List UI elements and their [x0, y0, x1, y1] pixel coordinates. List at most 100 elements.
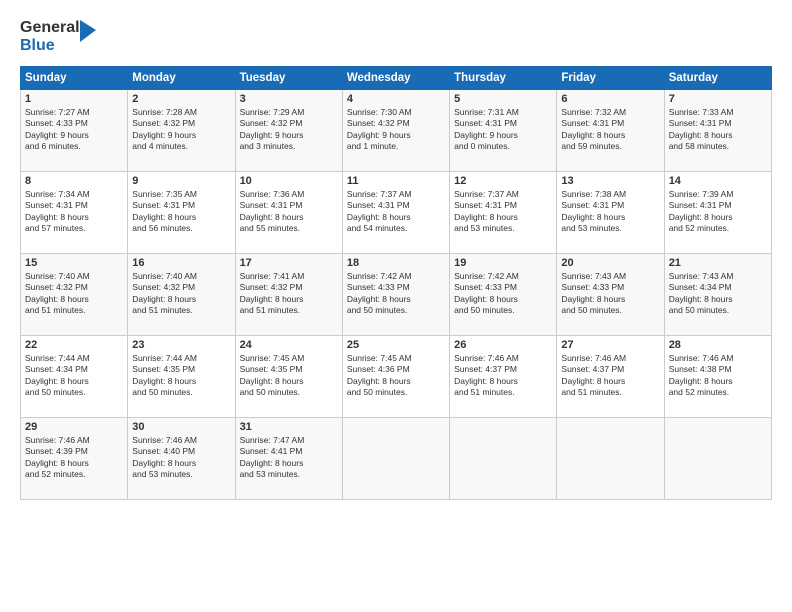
- week-row: 29 Sunrise: 7:46 AMSunset: 4:39 PMDayligh…: [21, 418, 772, 500]
- cell-info: Sunrise: 7:33 AMSunset: 4:31 PMDaylight:…: [669, 107, 767, 153]
- day-number: 3: [240, 93, 338, 105]
- cell-info: Sunrise: 7:46 AMSunset: 4:39 PMDaylight:…: [25, 435, 123, 481]
- calendar-cell: [450, 418, 557, 500]
- calendar-cell: 12 Sunrise: 7:37 AMSunset: 4:31 PMDayligh…: [450, 172, 557, 254]
- day-number: 31: [240, 421, 338, 433]
- day-number: 10: [240, 175, 338, 187]
- cell-info: Sunrise: 7:37 AMSunset: 4:31 PMDaylight:…: [454, 189, 552, 235]
- day-number: 18: [347, 257, 445, 269]
- calendar-cell: 2 Sunrise: 7:28 AMSunset: 4:32 PMDaylight…: [128, 90, 235, 172]
- calendar-cell: 6 Sunrise: 7:32 AMSunset: 4:31 PMDaylight…: [557, 90, 664, 172]
- calendar-cell: [664, 418, 771, 500]
- day-number: 5: [454, 93, 552, 105]
- cell-info: Sunrise: 7:47 AMSunset: 4:41 PMDaylight:…: [240, 435, 338, 481]
- cell-info: Sunrise: 7:27 AMSunset: 4:33 PMDaylight:…: [25, 107, 123, 153]
- logo: GeneralBlue: [20, 16, 100, 56]
- day-number: 21: [669, 257, 767, 269]
- cell-info: Sunrise: 7:28 AMSunset: 4:32 PMDaylight:…: [132, 107, 230, 153]
- day-number: 27: [561, 339, 659, 351]
- cell-info: Sunrise: 7:44 AMSunset: 4:35 PMDaylight:…: [132, 353, 230, 399]
- day-number: 29: [25, 421, 123, 433]
- calendar-cell: 22 Sunrise: 7:44 AMSunset: 4:34 PMDayligh…: [21, 336, 128, 418]
- day-number: 7: [669, 93, 767, 105]
- day-number: 8: [25, 175, 123, 187]
- calendar-cell: 13Sunrise: 7:38 AMSunset: 4:31 PMDayligh…: [557, 172, 664, 254]
- col-header-wednesday: Wednesday: [342, 67, 449, 90]
- col-header-tuesday: Tuesday: [235, 67, 342, 90]
- calendar-cell: 31 Sunrise: 7:47 AMSunset: 4:41 PMDayligh…: [235, 418, 342, 500]
- day-number: 23: [132, 339, 230, 351]
- calendar-cell: 5 Sunrise: 7:31 AMSunset: 4:31 PMDaylight…: [450, 90, 557, 172]
- calendar-cell: [342, 418, 449, 500]
- cell-info: Sunrise: 7:46 AMSunset: 4:38 PMDaylight:…: [669, 353, 767, 399]
- calendar-cell: 14 Sunrise: 7:39 AMSunset: 4:31 PMDayligh…: [664, 172, 771, 254]
- week-row: 22 Sunrise: 7:44 AMSunset: 4:34 PMDayligh…: [21, 336, 772, 418]
- week-row: 15Sunrise: 7:40 AMSunset: 4:32 PMDayligh…: [21, 254, 772, 336]
- calendar-cell: 27 Sunrise: 7:46 AMSunset: 4:37 PMDayligh…: [557, 336, 664, 418]
- day-number: 22: [25, 339, 123, 351]
- day-number: 17: [240, 257, 338, 269]
- cell-info: Sunrise: 7:35 AMSunset: 4:31 PMDaylight:…: [132, 189, 230, 235]
- page: GeneralBlue SundayMondayTuesdayWednesday…: [0, 0, 792, 612]
- calendar-cell: 23 Sunrise: 7:44 AMSunset: 4:35 PMDayligh…: [128, 336, 235, 418]
- calendar-cell: 16 Sunrise: 7:40 AMSunset: 4:32 PMDayligh…: [128, 254, 235, 336]
- cell-info: Sunrise: 7:31 AMSunset: 4:31 PMDaylight:…: [454, 107, 552, 153]
- week-row: 8 Sunrise: 7:34 AMSunset: 4:31 PMDaylight…: [21, 172, 772, 254]
- day-number: 6: [561, 93, 659, 105]
- cell-info: Sunrise: 7:46 AMSunset: 4:37 PMDaylight:…: [454, 353, 552, 399]
- calendar-cell: 26 Sunrise: 7:46 AMSunset: 4:37 PMDayligh…: [450, 336, 557, 418]
- day-number: 16: [132, 257, 230, 269]
- header: GeneralBlue: [20, 16, 772, 56]
- cell-info: Sunrise: 7:29 AMSunset: 4:32 PMDaylight:…: [240, 107, 338, 153]
- day-number: 14: [669, 175, 767, 187]
- day-number: 24: [240, 339, 338, 351]
- calendar-cell: 11 Sunrise: 7:37 AMSunset: 4:31 PMDayligh…: [342, 172, 449, 254]
- cell-info: Sunrise: 7:41 AMSunset: 4:32 PMDaylight:…: [240, 271, 338, 317]
- day-number: 1: [25, 93, 123, 105]
- cell-info: Sunrise: 7:37 AMSunset: 4:31 PMDaylight:…: [347, 189, 445, 235]
- col-header-thursday: Thursday: [450, 67, 557, 90]
- logo-svg: GeneralBlue: [20, 16, 100, 56]
- day-number: 4: [347, 93, 445, 105]
- calendar-cell: 9 Sunrise: 7:35 AMSunset: 4:31 PMDaylight…: [128, 172, 235, 254]
- day-number: 25: [347, 339, 445, 351]
- cell-info: Sunrise: 7:45 AMSunset: 4:36 PMDaylight:…: [347, 353, 445, 399]
- col-header-monday: Monday: [128, 67, 235, 90]
- calendar-cell: 10Sunrise: 7:36 AMSunset: 4:31 PMDayligh…: [235, 172, 342, 254]
- cell-info: Sunrise: 7:32 AMSunset: 4:31 PMDaylight:…: [561, 107, 659, 153]
- cell-info: Sunrise: 7:40 AMSunset: 4:32 PMDaylight:…: [132, 271, 230, 317]
- calendar-cell: 8 Sunrise: 7:34 AMSunset: 4:31 PMDaylight…: [21, 172, 128, 254]
- week-row: 1 Sunrise: 7:27 AMSunset: 4:33 PMDaylight…: [21, 90, 772, 172]
- calendar-cell: 28 Sunrise: 7:46 AMSunset: 4:38 PMDayligh…: [664, 336, 771, 418]
- svg-text:General: General: [20, 19, 80, 36]
- cell-info: Sunrise: 7:46 AMSunset: 4:37 PMDaylight:…: [561, 353, 659, 399]
- cell-info: Sunrise: 7:34 AMSunset: 4:31 PMDaylight:…: [25, 189, 123, 235]
- calendar-cell: 25 Sunrise: 7:45 AMSunset: 4:36 PMDayligh…: [342, 336, 449, 418]
- day-number: 12: [454, 175, 552, 187]
- day-number: 28: [669, 339, 767, 351]
- cell-info: Sunrise: 7:43 AMSunset: 4:33 PMDaylight:…: [561, 271, 659, 317]
- calendar-cell: 21Sunrise: 7:43 AMSunset: 4:34 PMDayligh…: [664, 254, 771, 336]
- cell-info: Sunrise: 7:39 AMSunset: 4:31 PMDaylight:…: [669, 189, 767, 235]
- day-number: 2: [132, 93, 230, 105]
- calendar-cell: 30Sunrise: 7:46 AMSunset: 4:40 PMDayligh…: [128, 418, 235, 500]
- day-number: 9: [132, 175, 230, 187]
- day-number: 20: [561, 257, 659, 269]
- calendar-cell: 1 Sunrise: 7:27 AMSunset: 4:33 PMDaylight…: [21, 90, 128, 172]
- cell-info: Sunrise: 7:46 AMSunset: 4:40 PMDaylight:…: [132, 435, 230, 481]
- calendar-cell: 18Sunrise: 7:42 AMSunset: 4:33 PMDayligh…: [342, 254, 449, 336]
- calendar-cell: 3 Sunrise: 7:29 AMSunset: 4:32 PMDaylight…: [235, 90, 342, 172]
- calendar-table: SundayMondayTuesdayWednesdayThursdayFrid…: [20, 66, 772, 500]
- calendar-cell: 15Sunrise: 7:40 AMSunset: 4:32 PMDayligh…: [21, 254, 128, 336]
- day-number: 26: [454, 339, 552, 351]
- calendar-cell: 20 Sunrise: 7:43 AMSunset: 4:33 PMDayligh…: [557, 254, 664, 336]
- calendar-cell: 24Sunrise: 7:45 AMSunset: 4:35 PMDayligh…: [235, 336, 342, 418]
- cell-info: Sunrise: 7:30 AMSunset: 4:32 PMDaylight:…: [347, 107, 445, 153]
- calendar-cell: [557, 418, 664, 500]
- day-number: 11: [347, 175, 445, 187]
- calendar-cell: 29 Sunrise: 7:46 AMSunset: 4:39 PMDayligh…: [21, 418, 128, 500]
- calendar-cell: 17 Sunrise: 7:41 AMSunset: 4:32 PMDayligh…: [235, 254, 342, 336]
- cell-info: Sunrise: 7:42 AMSunset: 4:33 PMDaylight:…: [454, 271, 552, 317]
- cell-info: Sunrise: 7:44 AMSunset: 4:34 PMDaylight:…: [25, 353, 123, 399]
- header-row: SundayMondayTuesdayWednesdayThursdayFrid…: [21, 67, 772, 90]
